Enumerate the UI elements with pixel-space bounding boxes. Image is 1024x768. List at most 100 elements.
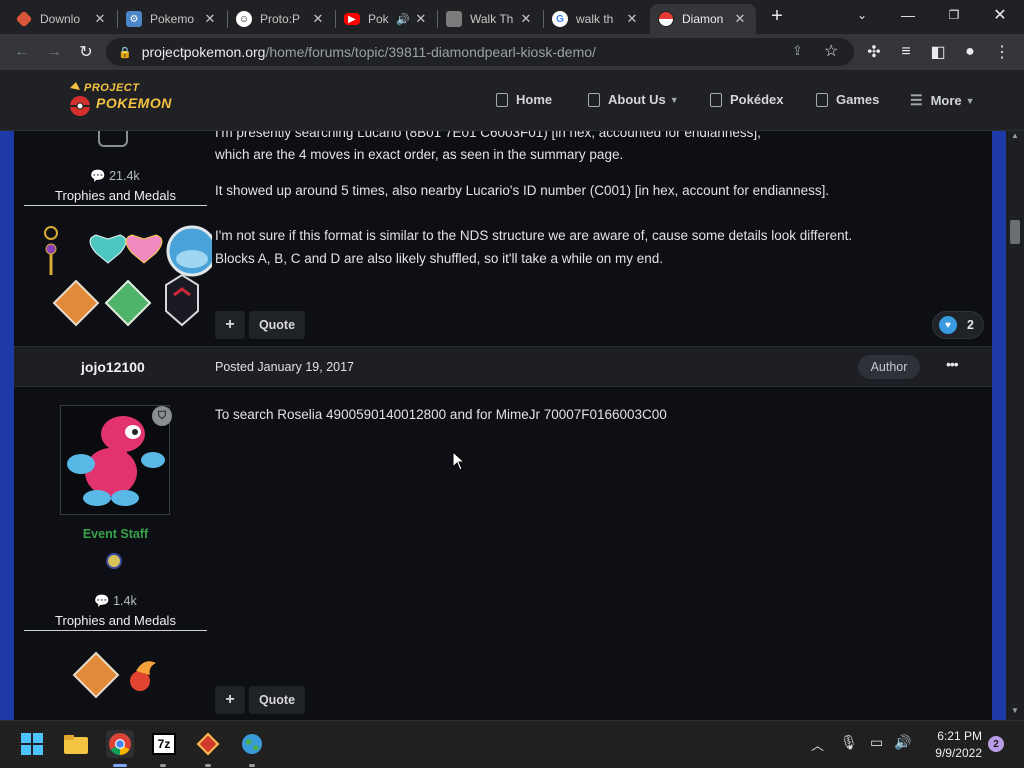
nav-about-us[interactable]: About Us ▼: [588, 92, 679, 107]
trophy-medals-grid: [44, 225, 212, 327]
orange-badge-icon: [52, 279, 100, 327]
nav-games[interactable]: Games: [816, 92, 879, 107]
forward-icon[interactable]: →: [42, 40, 66, 64]
post-text-line: which are the 4 moves in exact order, as…: [215, 147, 624, 162]
new-tab-button[interactable]: +: [766, 6, 788, 28]
nav-pokedex[interactable]: Pokédex: [710, 92, 783, 107]
dark-badge-icon: [165, 273, 199, 327]
browser-tab-strip: Downlo ✕ ⚙ Pokemo ✕ ☺ Proto:P ✕ ▶ Pok 🔊 …: [0, 0, 1024, 34]
caret-down-icon: ▼: [965, 95, 975, 106]
media-control-icon[interactable]: ≡: [894, 40, 918, 64]
address-bar[interactable]: 🔒 projectpokemon.org/home/forums/topic/3…: [106, 38, 854, 66]
close-icon[interactable]: ✕: [518, 11, 534, 27]
red-app-icon[interactable]: [194, 730, 222, 758]
close-icon[interactable]: ✕: [414, 11, 428, 27]
running-app-indicator: [249, 764, 255, 767]
nav-label: About Us: [608, 92, 666, 107]
tab-title: Downlo: [40, 12, 81, 26]
extensions-icon[interactable]: ✣: [862, 40, 886, 64]
green-badge-icon: [104, 279, 152, 327]
site-icon: [446, 11, 462, 27]
browser-tab-5[interactable]: Walk Th ✕: [438, 4, 542, 34]
youtube-icon: ▶: [344, 13, 360, 25]
microphone-icon[interactable]: 🎙: [840, 734, 858, 751]
smile-icon: ☺: [236, 11, 252, 27]
page-icon: [710, 92, 722, 107]
site-logo[interactable]: PROJECT POKEMON: [66, 78, 196, 122]
post-options-icon[interactable]: •••: [946, 356, 959, 372]
tab-title: Pok: [368, 12, 389, 26]
like-count: 2: [967, 318, 974, 332]
scroll-down-arrow-icon[interactable]: ▼: [1011, 706, 1019, 715]
browser-tab-4[interactable]: ▶ Pok 🔊 ✕: [336, 4, 436, 34]
close-icon[interactable]: ✕: [310, 11, 326, 27]
post-text: To search Roselia 4900590140012800 and f…: [215, 407, 667, 422]
multiquote-plus-button[interactable]: +: [215, 311, 245, 339]
profile-icon[interactable]: ●: [958, 40, 982, 64]
close-icon[interactable]: ✕: [732, 11, 748, 27]
close-icon[interactable]: ✕: [202, 11, 218, 27]
lock-icon: 🔒: [118, 46, 132, 59]
tab-search-icon[interactable]: ⌄: [840, 0, 884, 30]
close-window-button[interactable]: ✕: [978, 0, 1022, 30]
menu-kebab-icon[interactable]: ⋮: [990, 40, 1014, 64]
network-icon[interactable]: ▭: [870, 734, 883, 751]
speaker-icon[interactable]: 🔊: [396, 13, 410, 26]
reload-icon[interactable]: ↻: [74, 40, 98, 64]
clock-time[interactable]: 6:21 PM: [920, 729, 982, 743]
browser-tab-3[interactable]: ☺ Proto:P ✕: [228, 4, 334, 34]
nav-more[interactable]: ☰ More ▼: [910, 92, 975, 109]
post-date-link[interactable]: January 19, 2017: [257, 360, 354, 374]
logo-text-project: PROJECT: [84, 82, 140, 94]
back-icon[interactable]: ←: [10, 40, 34, 64]
nav-home[interactable]: Home: [496, 92, 552, 107]
scrollbar-thumb[interactable]: [1010, 220, 1020, 244]
windows-start-icon[interactable]: [18, 730, 46, 758]
close-icon[interactable]: ✕: [624, 11, 640, 27]
divider: [24, 630, 207, 631]
browser-tab-2[interactable]: ⚙ Pokemo ✕: [118, 4, 226, 34]
porygon2-avatar-image: [67, 416, 165, 506]
chrome-icon[interactable]: [106, 730, 134, 758]
globe-app-icon[interactable]: [238, 730, 266, 758]
scroll-up-arrow-icon[interactable]: ▲: [1011, 131, 1019, 140]
browser-tab-6[interactable]: G walk th ✕: [544, 4, 648, 34]
diamond-icon: [15, 10, 33, 28]
nav-label: More: [930, 93, 962, 108]
tray-overflow-chevron-icon[interactable]: ︿: [811, 735, 824, 754]
quote-button[interactable]: Quote: [249, 686, 305, 714]
nav-label: Games: [836, 92, 880, 107]
reaction-like-button[interactable]: ♥ 2: [932, 311, 984, 339]
ice-medal-icon: [166, 225, 212, 277]
like-heart-icon: ♥: [939, 316, 957, 334]
post-date: Posted January 19, 2017: [215, 360, 355, 374]
tab-title: Proto:P: [260, 12, 301, 26]
tab-title: Pokemo: [150, 12, 195, 26]
rank-medal-icon: [106, 553, 122, 569]
7zip-icon[interactable]: 7z: [150, 730, 178, 758]
post-count: 💬 21.4k: [90, 169, 140, 183]
file-explorer-icon[interactable]: [62, 730, 90, 758]
page-border-right: [992, 131, 1006, 720]
multiquote-plus-button[interactable]: +: [215, 686, 245, 714]
minimize-button[interactable]: —: [886, 0, 930, 30]
google-icon: G: [552, 11, 568, 27]
share-icon[interactable]: ⇪: [792, 43, 803, 59]
page-icon: [496, 92, 508, 107]
side-panel-icon[interactable]: ◧: [926, 40, 950, 64]
bookmark-star-icon[interactable]: ☆: [824, 41, 838, 61]
notification-badge[interactable]: 2: [988, 736, 1004, 752]
browser-tab-7-active[interactable]: Diamon ✕: [650, 4, 756, 34]
restore-button[interactable]: ❐: [932, 0, 976, 30]
close-icon[interactable]: ✕: [92, 11, 108, 27]
active-app-indicator: [113, 764, 127, 767]
volume-icon[interactable]: 🔊: [894, 734, 911, 751]
clock-date[interactable]: 9/9/2022: [920, 746, 982, 760]
browser-tab-1[interactable]: Downlo ✕: [10, 4, 116, 34]
url-domain: projectpokemon.org: [141, 44, 266, 60]
author-name-link[interactable]: jojo12100: [81, 359, 145, 375]
quote-button[interactable]: Quote: [249, 311, 305, 339]
hamburger-icon: ☰: [910, 92, 923, 108]
author-badge: Author: [858, 355, 920, 379]
tab-title: Walk Th: [470, 12, 514, 26]
